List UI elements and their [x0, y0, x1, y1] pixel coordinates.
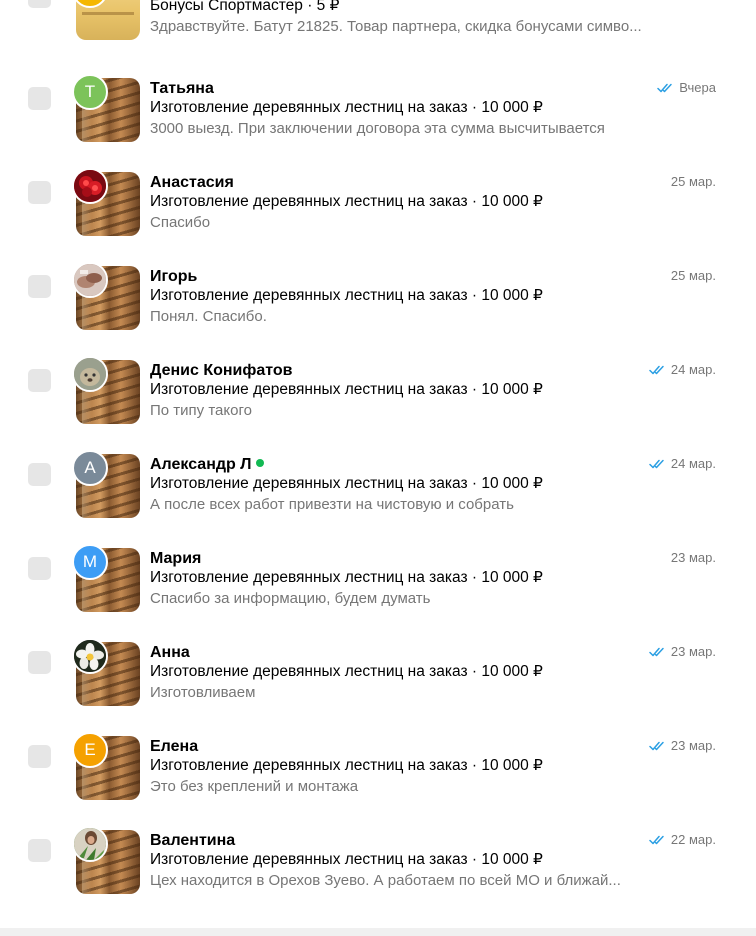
avatar: М	[72, 544, 108, 580]
listing-subject: Изготовление деревянных лестниц на заказ…	[150, 381, 543, 398]
message-preview: Цех находится в Орехов Зуево. А работаем…	[150, 872, 621, 889]
message-meta: 23 мар.	[671, 550, 716, 566]
message-preview: Спасибо	[150, 214, 211, 231]
read-check-icon	[649, 741, 664, 751]
avatar	[72, 262, 108, 298]
message-preview: А после всех работ привезти на чистовую …	[150, 496, 514, 513]
message-preview: 3000 выезд. При заключении договора эта …	[150, 120, 605, 137]
listing-subject: Изготовление деревянных лестниц на заказ…	[150, 569, 543, 586]
chat-row[interactable]: Е Елена Изготовление деревянных лестниц на…	[0, 732, 756, 830]
listing-subject: Бонусы Спортмастер · 5 ₽	[150, 0, 340, 14]
select-checkbox[interactable]	[28, 181, 51, 204]
select-checkbox[interactable]	[28, 87, 51, 110]
message-date: 25 мар.	[670, 174, 716, 189]
message-preview: Изготовливаем	[150, 684, 256, 701]
contact-name-text: Анастасия	[150, 174, 234, 191]
avatar	[72, 168, 108, 204]
chat-row[interactable]: Валентина Изготовление деревянных лестниц…	[0, 826, 756, 924]
message-preview: Спасибо за информацию, будем думать	[150, 590, 431, 607]
chat-row[interactable]: Бонусы Спортмастер · 5 ₽ Здравствуйте. Ба…	[0, 0, 756, 70]
chat-row[interactable]: А Александр Л Изготовление деревянных лест…	[0, 450, 756, 548]
avatar: А	[72, 450, 108, 486]
message-date: 24 мар.	[670, 362, 716, 377]
message-meta: 23 мар.	[649, 738, 716, 754]
select-checkbox[interactable]	[28, 463, 51, 486]
chat-row[interactable]: Анастасия Изготовление деревянных лестниц…	[0, 168, 756, 266]
contact-name: Валентина	[150, 831, 235, 851]
listing-subject: Изготовление деревянных лестниц на заказ…	[150, 663, 543, 680]
message-date: 24 мар.	[670, 456, 716, 471]
avatar	[72, 826, 108, 862]
message-meta: 24 мар.	[649, 362, 716, 378]
chat-row[interactable]: Т Татьяна Изготовление деревянных лестниц …	[0, 74, 756, 172]
select-checkbox[interactable]	[28, 0, 51, 8]
message-preview: Здравствуйте. Батут 21825. Товар партнер…	[150, 18, 642, 35]
avatar: Т	[72, 74, 108, 110]
contact-name-text: Татьяна	[150, 80, 214, 97]
contact-name: Анастасия	[150, 173, 234, 193]
select-checkbox[interactable]	[28, 369, 51, 392]
chat-row[interactable]: Анна Изготовление деревянных лестниц на з…	[0, 638, 756, 736]
read-check-icon	[649, 835, 664, 845]
contact-name-text: Александр Л	[150, 456, 252, 473]
contact-name: Игорь	[150, 267, 197, 287]
contact-name-text: Валентина	[150, 832, 236, 849]
listing-subject: Изготовление деревянных лестниц на заказ…	[150, 851, 543, 868]
message-date: 23 мар.	[670, 644, 716, 659]
contact-name-text: Мария	[150, 550, 202, 567]
message-meta: 23 мар.	[649, 644, 716, 660]
contact-name: Александр Л	[150, 455, 265, 475]
select-checkbox[interactable]	[28, 275, 51, 298]
select-checkbox[interactable]	[28, 651, 51, 674]
avatar	[72, 356, 108, 392]
contact-name: Мария	[150, 549, 201, 569]
contact-name: Елена	[150, 737, 198, 757]
select-checkbox[interactable]	[28, 839, 51, 862]
message-preview: Это без креплений и монтажа	[150, 778, 359, 795]
chat-row[interactable]: Игорь Изготовление деревянных лестниц на …	[0, 262, 756, 360]
select-checkbox[interactable]	[28, 557, 51, 580]
avatar	[72, 638, 108, 674]
avatar: Е	[72, 732, 108, 768]
message-preview: По типу такого	[150, 402, 252, 419]
contact-name-text: Игорь	[150, 268, 198, 285]
online-indicator	[256, 459, 265, 467]
message-meta: 24 мар.	[649, 456, 716, 472]
chat-row[interactable]: Денис Конифатов Изготовление деревянных л…	[0, 356, 756, 454]
message-preview: Понял. Спасибо.	[150, 308, 267, 325]
contact-name: Татьяна	[150, 79, 214, 99]
chat-list: Бонусы Спортмастер · 5 ₽ Здравствуйте. Ба…	[0, 0, 756, 928]
select-checkbox[interactable]	[28, 745, 51, 768]
message-meta: 22 мар.	[649, 832, 716, 848]
listing-subject: Изготовление деревянных лестниц на заказ…	[150, 475, 543, 492]
contact-name-text: Елена	[150, 738, 199, 755]
contact-name: Денис Конифатов	[150, 361, 293, 381]
bottom-bar	[0, 928, 756, 936]
contact-name-text: Денис Конифатов	[150, 362, 293, 379]
message-meta: Вчера	[657, 80, 716, 96]
message-date: 22 мар.	[670, 832, 716, 847]
chat-row[interactable]: М Мария Изготовление деревянных лестниц на…	[0, 544, 756, 642]
contact-name: Анна	[150, 643, 190, 663]
message-date: 25 мар.	[670, 268, 716, 283]
read-check-icon	[649, 459, 664, 469]
message-meta: 25 мар.	[671, 268, 716, 284]
listing-subject: Изготовление деревянных лестниц на заказ…	[150, 193, 543, 210]
contact-name-text: Анна	[150, 644, 190, 661]
message-date: 23 мар.	[670, 738, 716, 753]
message-meta: 25 мар.	[671, 174, 716, 190]
listing-subject: Изготовление деревянных лестниц на заказ…	[150, 287, 543, 304]
listing-subject: Изготовление деревянных лестниц на заказ…	[150, 99, 543, 116]
read-check-icon	[657, 83, 673, 93]
read-check-icon	[649, 647, 664, 657]
read-check-icon	[649, 365, 664, 375]
message-date: Вчера	[679, 80, 716, 95]
listing-subject: Изготовление деревянных лестниц на заказ…	[150, 757, 543, 774]
message-date: 23 мар.	[670, 550, 716, 565]
